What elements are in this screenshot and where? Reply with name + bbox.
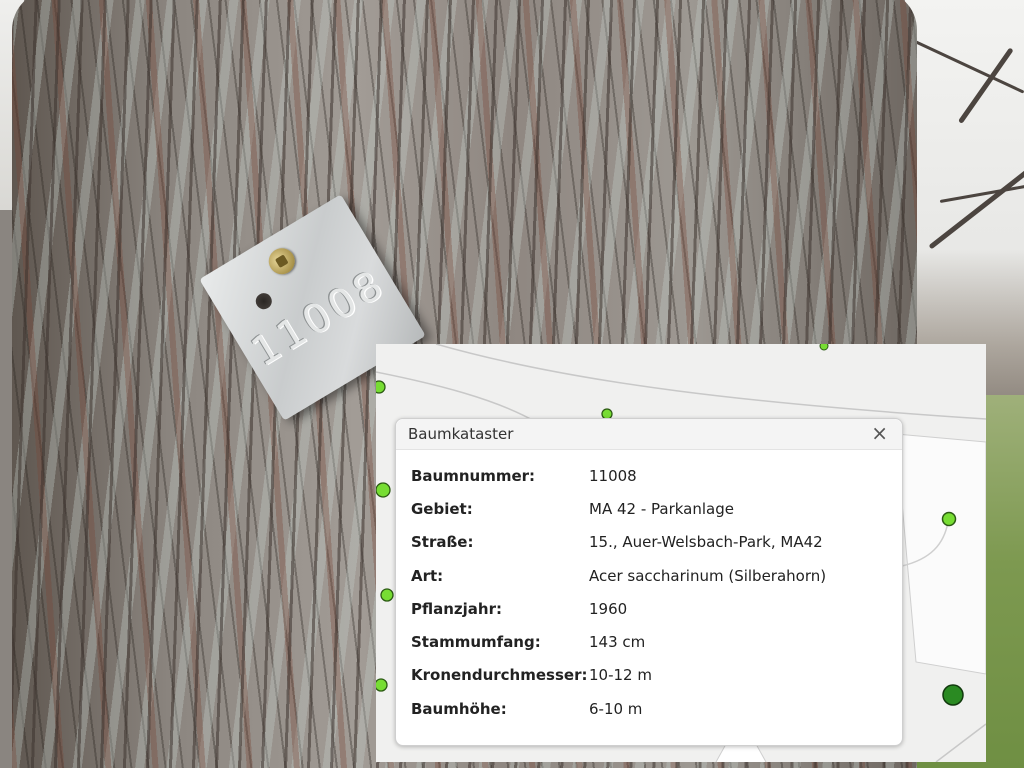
tree-marker[interactable] — [380, 588, 394, 602]
attribute-value: MA 42 - Parkanlage — [589, 499, 734, 518]
attribute-value: 10-12 m — [589, 666, 652, 685]
attribute-value: 15., Auer-Welsbach-Park, MA42 — [589, 533, 823, 552]
attribute-value: 6-10 m — [589, 699, 643, 718]
attribute-row: Gebiet: MA 42 - Parkanlage — [411, 492, 826, 525]
popup-title: Baumkataster — [408, 425, 514, 443]
attribute-label: Baumnummer: — [411, 466, 536, 485]
map-path — [435, 344, 986, 420]
attribute-row: Art: Acer saccharinum (Silberahorn) — [411, 559, 826, 592]
tree-marker[interactable] — [376, 482, 391, 498]
screw-hole — [252, 290, 275, 313]
attribute-label: Straße: — [411, 533, 474, 552]
tree-marker[interactable] — [376, 380, 386, 394]
tree-marker-large[interactable] — [942, 684, 964, 706]
attribute-label: Baumhöhe: — [411, 699, 507, 718]
attribute-label: Art: — [411, 566, 444, 585]
attribute-row: Pflanzjahr: 1960 — [411, 592, 826, 625]
tree-marker[interactable] — [819, 344, 829, 351]
close-icon[interactable]: × — [871, 422, 888, 444]
tree-info-popup: Baumkataster × Baumnummer: 11008 Gebiet: M… — [395, 418, 903, 746]
attribute-value: 11008 — [589, 466, 637, 485]
attribute-row: Baumhöhe: 6-10 m — [411, 692, 826, 725]
tree-marker[interactable] — [376, 678, 388, 692]
attribute-row: Stammumfang: 143 cm — [411, 625, 826, 658]
attribute-row: Kronendurchmesser: 10-12 m — [411, 659, 826, 692]
attribute-label: Stammumfang: — [411, 633, 541, 652]
map-path — [935, 723, 986, 762]
popup-attributes: Baumnummer: 11008 Gebiet: MA 42 - Parkanla… — [411, 459, 826, 725]
selected-tree-marker[interactable] — [941, 511, 957, 527]
map-path — [376, 371, 537, 423]
attribute-value: Acer saccharinum (Silberahorn) — [589, 566, 827, 585]
attribute-label: Kronendurchmesser: — [411, 666, 588, 685]
attribute-value: 1960 — [589, 599, 628, 618]
attribute-row: Baumnummer: 11008 — [411, 459, 826, 492]
screw — [263, 243, 300, 280]
attribute-label: Pflanzjahr: — [411, 599, 502, 618]
attribute-label: Gebiet: — [411, 499, 473, 518]
attribute-value: 143 cm — [589, 633, 646, 652]
attribute-row: Straße: 15., Auer-Welsbach-Park, MA42 — [411, 526, 826, 559]
popup-header: Baumkataster × — [396, 419, 902, 450]
map-area — [895, 433, 986, 675]
map-area — [715, 743, 767, 762]
